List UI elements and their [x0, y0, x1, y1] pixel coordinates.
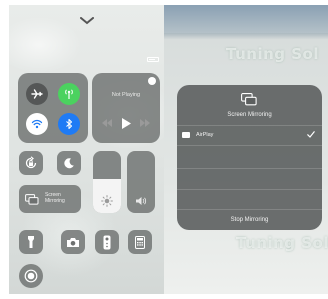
apple-tv-remote-button[interactable]	[95, 230, 119, 254]
screen-recording-button[interactable]	[19, 264, 43, 288]
screen-mirroring-icon	[241, 93, 257, 106]
control-center: Not Playing Screen Mirroring	[9, 5, 164, 294]
airplane-icon	[31, 89, 43, 99]
battery-icon	[147, 57, 159, 62]
wifi-icon	[31, 119, 43, 129]
camera-button[interactable]	[61, 230, 85, 254]
grabber-chevron-icon[interactable]	[80, 17, 94, 25]
calculator-icon	[135, 235, 145, 249]
status-right	[144, 57, 159, 62]
now-playing-tile[interactable]: Not Playing	[92, 73, 160, 143]
volume-slider[interactable]	[127, 151, 155, 213]
mirroring-screen: Tuning Sol Screen Mirroring AirPlay Stop…	[164, 5, 328, 294]
bluetooth-icon	[66, 118, 73, 130]
playback-controls	[92, 117, 160, 129]
cellular-data-button[interactable]	[58, 83, 80, 105]
device-name: AirPlay	[196, 132, 214, 138]
moon-icon	[64, 158, 74, 169]
do-not-disturb-button[interactable]	[57, 151, 81, 175]
connectivity-tile	[18, 73, 88, 143]
screen-mirroring-panel: Screen Mirroring AirPlay Stop Mirroring	[177, 85, 322, 230]
cellular-antenna-icon	[65, 89, 73, 99]
appletv-icon	[182, 132, 190, 138]
record-icon	[24, 269, 38, 283]
watermark-bottom: Tuning Sol	[236, 234, 328, 252]
watermark-top: Tuning Sol	[226, 45, 319, 63]
calculator-button[interactable]	[128, 230, 152, 254]
airplane-mode-button[interactable]	[26, 83, 48, 105]
now-playing-label: Not Playing	[111, 92, 141, 98]
status-bar	[19, 57, 159, 67]
next-track-icon[interactable]	[140, 119, 150, 127]
divider	[177, 145, 322, 146]
wifi-button[interactable]	[26, 113, 48, 135]
flashlight-button[interactable]	[19, 230, 43, 254]
screen-mirroring-icon	[25, 194, 39, 205]
panel-title: Screen Mirroring	[227, 112, 272, 118]
remote-icon	[103, 235, 111, 249]
divider	[177, 168, 322, 169]
sun-icon	[101, 195, 113, 207]
airplay-audio-icon[interactable]	[148, 77, 156, 85]
previous-track-icon[interactable]	[102, 119, 112, 127]
checkmark-icon	[307, 131, 315, 138]
bluetooth-button[interactable]	[58, 113, 80, 135]
play-icon[interactable]	[121, 117, 131, 129]
flashlight-icon	[28, 236, 34, 248]
rotation-lock-icon	[25, 156, 37, 169]
screen-mirroring-label: Screen Mirroring	[45, 192, 65, 204]
divider	[177, 189, 322, 190]
stop-mirroring-button[interactable]: Stop Mirroring	[177, 210, 322, 230]
orientation-lock-button[interactable]	[19, 151, 43, 175]
camera-icon	[67, 237, 79, 247]
speaker-icon	[136, 197, 147, 205]
device-row-airplay[interactable]: AirPlay	[177, 126, 322, 145]
screen-mirroring-button[interactable]: Screen Mirroring	[19, 185, 81, 213]
brightness-slider[interactable]	[93, 151, 121, 213]
